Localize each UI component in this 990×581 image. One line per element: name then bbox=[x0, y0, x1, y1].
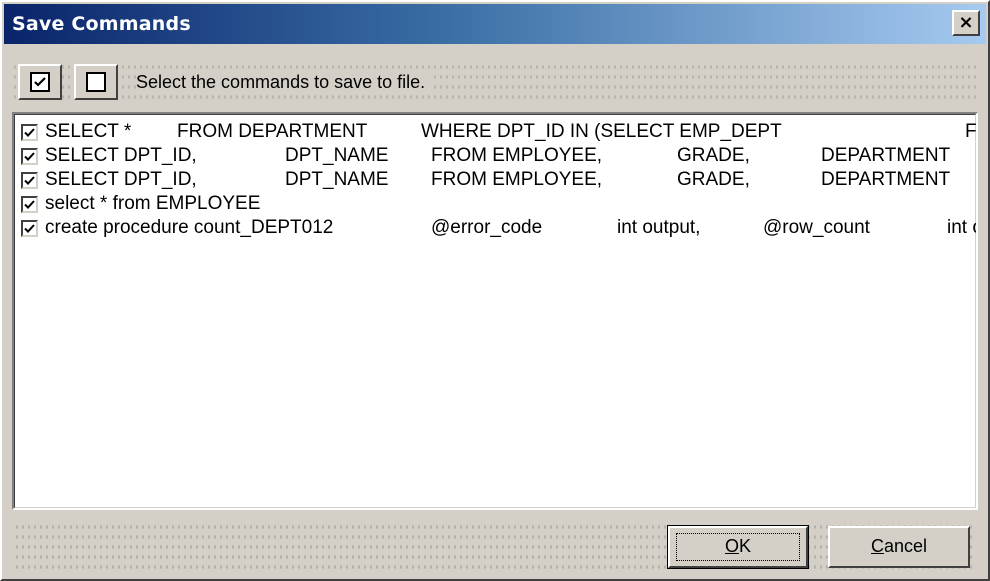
command-text: FROM EMPLOYEE, bbox=[431, 169, 603, 190]
cancel-button[interactable]: Cancel bbox=[828, 526, 970, 568]
check-all-button[interactable] bbox=[18, 64, 62, 100]
close-icon: × bbox=[958, 12, 974, 33]
command-text: @error_code bbox=[431, 217, 543, 238]
checkbox-checked-icon bbox=[30, 72, 50, 92]
command-text: DPT_NAME bbox=[285, 145, 389, 166]
command-text: GRADE, bbox=[677, 169, 750, 190]
focus-rectangle bbox=[676, 533, 800, 561]
title-bar[interactable]: Save Commands × bbox=[4, 4, 986, 44]
command-checkbox[interactable] bbox=[21, 124, 38, 141]
uncheck-all-button[interactable] bbox=[74, 64, 118, 100]
command-text: @row_count bbox=[763, 217, 870, 238]
command-text: FROM EMPLOYEE, bbox=[431, 145, 603, 166]
command-row[interactable]: SELECT DPT_ID, DPT_NAME FROM EMPLOYEE, G… bbox=[21, 169, 976, 191]
ok-button[interactable]: OK bbox=[667, 525, 809, 569]
commands-list-inner: SELECT * FROM DEPARTMENT WHERE DPT_ID IN… bbox=[14, 114, 976, 508]
command-text: DEPARTMENT bbox=[821, 169, 951, 190]
command-text: DEPARTMENT bbox=[821, 145, 951, 166]
command-checkbox[interactable] bbox=[21, 148, 38, 165]
command-text: FF bbox=[965, 121, 977, 142]
command-text: int o bbox=[947, 217, 976, 238]
close-button[interactable]: × bbox=[952, 10, 980, 36]
command-checkbox[interactable] bbox=[21, 220, 38, 237]
cancel-label-rest: ancel bbox=[883, 536, 928, 556]
toolbar: Select the commands to save to file. bbox=[12, 56, 980, 106]
command-text: DPT_NAME bbox=[285, 169, 389, 190]
command-text: FROM DEPARTMENT bbox=[177, 121, 368, 142]
cancel-label: Cancel bbox=[871, 536, 927, 556]
checkbox-empty-icon bbox=[86, 72, 106, 92]
command-row[interactable]: SELECT DPT_ID, DPT_NAME FROM EMPLOYEE, G… bbox=[21, 145, 976, 167]
command-text: select * from EMPLOYEE bbox=[45, 193, 261, 214]
command-checkbox[interactable] bbox=[21, 172, 38, 189]
command-text: SELECT DPT_ID, bbox=[45, 169, 197, 190]
command-checkbox[interactable] bbox=[21, 196, 38, 213]
command-text: SELECT DPT_ID, bbox=[45, 145, 197, 166]
command-row[interactable]: SELECT * FROM DEPARTMENT WHERE DPT_ID IN… bbox=[21, 121, 977, 143]
commands-list[interactable]: SELECT * FROM DEPARTMENT WHERE DPT_ID IN… bbox=[12, 112, 978, 510]
command-text: int output, bbox=[617, 217, 701, 238]
command-row[interactable]: select * from EMPLOYEE bbox=[21, 193, 976, 215]
command-text: GRADE, bbox=[677, 145, 750, 166]
command-text: SELECT * bbox=[45, 121, 132, 142]
cancel-mnemonic: C bbox=[870, 536, 884, 556]
dialog-title: Save Commands bbox=[12, 13, 191, 35]
instruction-label: Select the commands to save to file. bbox=[136, 72, 432, 93]
command-text: WHERE DPT_ID IN (SELECT EMP_DEPT bbox=[421, 121, 782, 142]
save-commands-dialog: Save Commands × Select the commands to s… bbox=[0, 0, 990, 581]
command-text: create procedure count_DEPT012 bbox=[45, 217, 334, 238]
command-row[interactable]: create procedure count_DEPT012 @error_co… bbox=[21, 217, 976, 239]
